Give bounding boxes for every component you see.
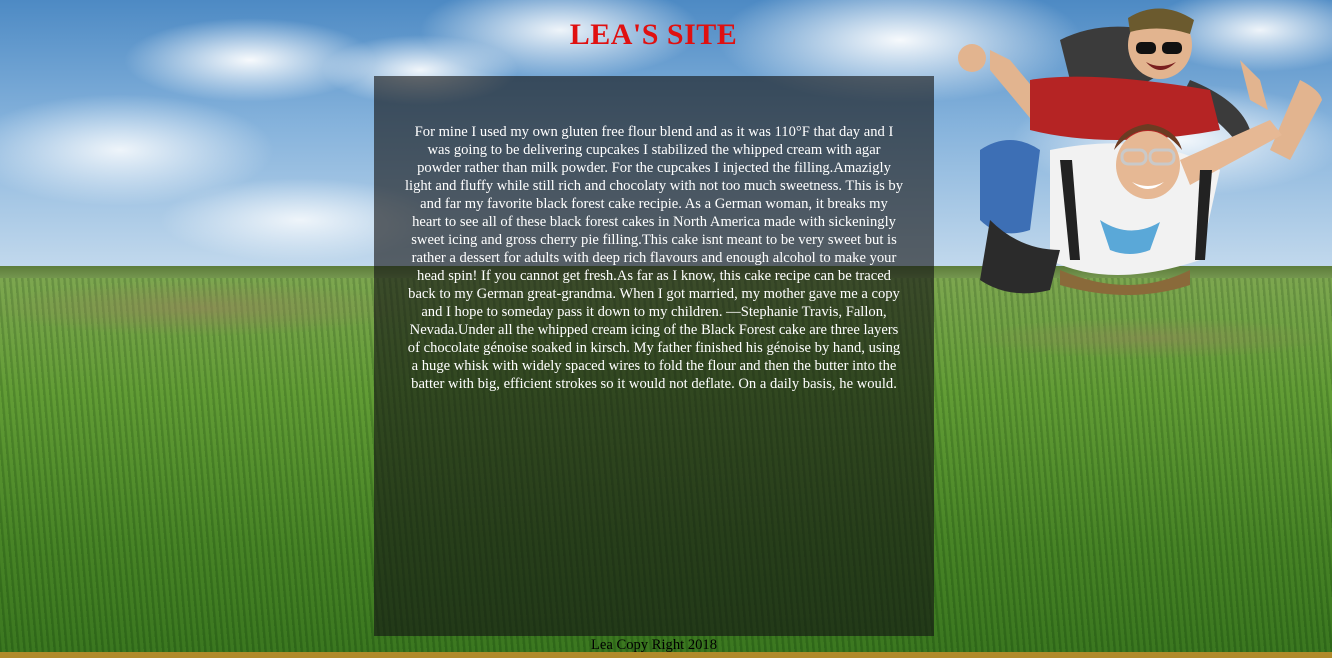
footer-copyright: Lea Copy Right 2018 xyxy=(590,637,718,653)
article-text: For mine I used my own gluten free flour… xyxy=(404,124,903,392)
site-title: LEA'S SITE xyxy=(569,18,738,51)
content-panel: For mine I used my own gluten free flour… xyxy=(374,76,934,636)
